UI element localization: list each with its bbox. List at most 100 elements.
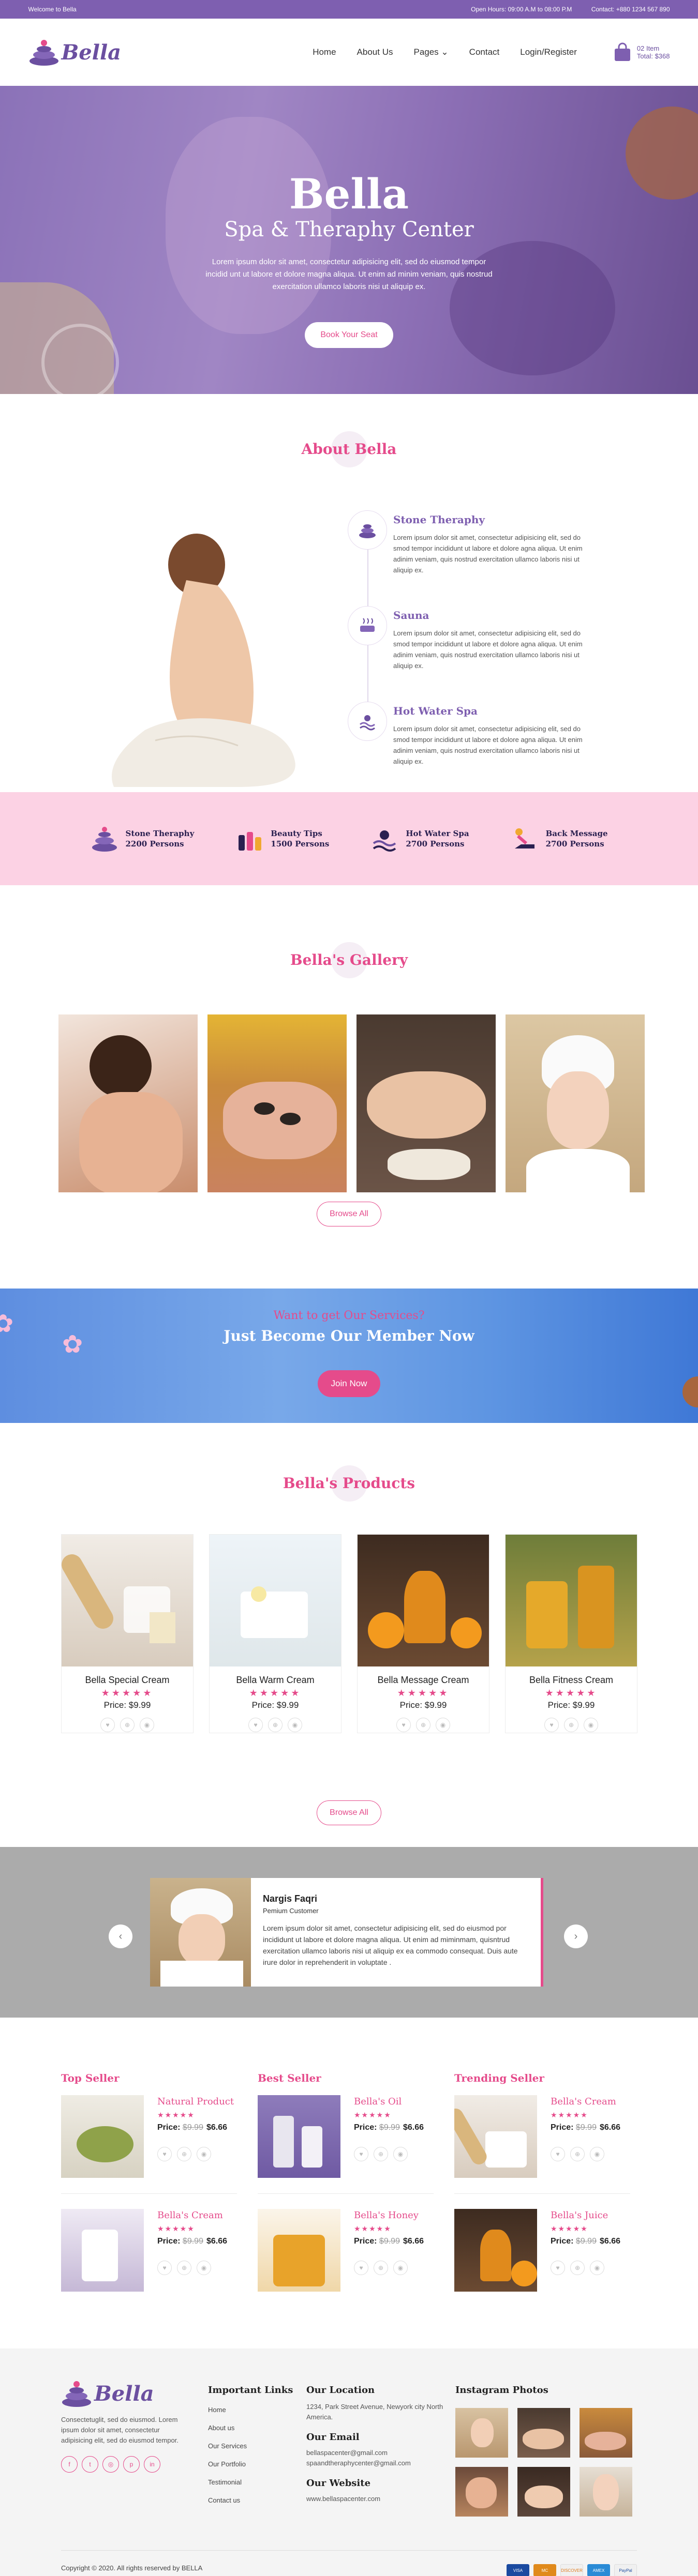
cart-icon[interactable]: ⊕ bbox=[564, 1718, 578, 1732]
seller-item-name: Bella's Juice bbox=[551, 2210, 608, 2221]
seller-item-rating: ★★★★★ bbox=[551, 2224, 588, 2233]
cart-icon[interactable]: ⊕ bbox=[374, 2261, 388, 2275]
cart-icon[interactable]: ⊕ bbox=[374, 2147, 388, 2161]
nav-login-register[interactable]: Login/Register bbox=[520, 47, 577, 57]
product-rating: ★★★★★ bbox=[101, 1688, 154, 1698]
cart-total: Total: $368 bbox=[636, 52, 670, 60]
seller-item[interactable]: Bella's Cream ★★★★★ Price: $9.99 $6.66 ♥ ⊕… bbox=[61, 2209, 237, 2292]
gallery-image[interactable] bbox=[58, 1014, 198, 1192]
eye-icon[interactable]: ◉ bbox=[140, 1718, 154, 1732]
heart-icon[interactable]: ♥ bbox=[396, 1718, 411, 1732]
eye-icon[interactable]: ◉ bbox=[590, 2261, 604, 2275]
gallery-image[interactable] bbox=[207, 1014, 347, 1192]
footer-link-testimonial[interactable]: Testimonial bbox=[208, 2478, 293, 2486]
product-card[interactable]: Bella Warm Cream ★★★★★ Price: $9.99 ♥ ⊕ ◉ bbox=[209, 1534, 341, 1733]
footer-link-services[interactable]: Our Services bbox=[208, 2442, 293, 2450]
stat-label: Hot Water Spa bbox=[406, 829, 469, 838]
cart-icon[interactable]: ⊕ bbox=[268, 1718, 283, 1732]
cart-widget[interactable]: 02 Item Total: $368 bbox=[613, 42, 670, 62]
pinterest-icon[interactable]: p bbox=[123, 2456, 140, 2473]
footer-about: Bella Consectetuglit, sed do eiusmod. Lo… bbox=[61, 2380, 180, 2473]
product-card[interactable]: Bella Special Cream ★★★★★ Price: $9.99 ♥… bbox=[61, 1534, 194, 1733]
instagram-photo[interactable] bbox=[517, 2467, 570, 2517]
footer-link-home[interactable]: Home bbox=[208, 2406, 293, 2414]
seller-item[interactable]: Natural Product ★★★★★ Price: $9.99 $6.66 … bbox=[61, 2095, 237, 2194]
eye-icon[interactable]: ◉ bbox=[197, 2147, 211, 2161]
nav-home[interactable]: Home bbox=[313, 47, 336, 57]
heart-icon[interactable]: ♥ bbox=[248, 1718, 263, 1732]
footer-logo[interactable]: Bella bbox=[61, 2380, 180, 2407]
gallery-image[interactable] bbox=[506, 1014, 645, 1192]
eye-icon[interactable]: ◉ bbox=[584, 1718, 598, 1732]
facebook-icon[interactable]: f bbox=[61, 2456, 78, 2473]
next-arrow-icon[interactable]: › bbox=[564, 1925, 588, 1948]
instagram-photo[interactable] bbox=[580, 2408, 632, 2458]
contact-phone[interactable]: Contact: +880 1234 567 890 bbox=[591, 6, 670, 13]
seller-item[interactable]: Bella's Honey ★★★★★ Price: $9.99 $6.66 ♥ ⊕… bbox=[258, 2209, 434, 2292]
site-logo[interactable]: Bella bbox=[28, 38, 121, 66]
beauty-bottles-icon bbox=[239, 832, 262, 851]
stat-label: Beauty Tips bbox=[271, 829, 322, 838]
heart-icon[interactable]: ♥ bbox=[544, 1718, 559, 1732]
cart-icon[interactable]: ⊕ bbox=[120, 1718, 135, 1732]
footer-link-contact[interactable]: Contact us bbox=[208, 2496, 293, 2504]
prev-arrow-icon[interactable]: ‹ bbox=[109, 1925, 132, 1948]
heart-icon[interactable]: ♥ bbox=[157, 2261, 172, 2275]
book-seat-button[interactable]: Book Your Seat bbox=[305, 322, 393, 348]
products-browse-all-button[interactable]: Browse All bbox=[317, 1800, 381, 1825]
footer-instagram: Instagram Photos bbox=[455, 2385, 632, 2517]
heart-icon[interactable]: ♥ bbox=[157, 2147, 172, 2161]
old-price: $9.99 bbox=[379, 2123, 400, 2132]
nav-about[interactable]: About Us bbox=[357, 47, 393, 57]
instagram-photo[interactable] bbox=[455, 2408, 508, 2458]
seller-item-rating: ★★★★★ bbox=[157, 2224, 195, 2233]
eye-icon[interactable]: ◉ bbox=[436, 1718, 450, 1732]
gallery-section: Bella's Gallery Browse All bbox=[0, 885, 698, 1289]
seller-item[interactable]: Bella's Cream ★★★★★ Price: $9.99 $6.66 ♥ ⊕… bbox=[454, 2095, 630, 2194]
join-now-button[interactable]: Join Now bbox=[317, 1370, 381, 1397]
gallery-image[interactable] bbox=[357, 1014, 496, 1192]
heart-icon[interactable]: ♥ bbox=[100, 1718, 115, 1732]
main-nav: Home About Us Pages ⌄ Contact Login/Regi… bbox=[313, 47, 577, 57]
stones-logo-icon bbox=[62, 2381, 91, 2407]
heart-icon[interactable]: ♥ bbox=[354, 2147, 368, 2161]
cart-icon[interactable]: ⊕ bbox=[570, 2147, 585, 2161]
instagram-photo[interactable] bbox=[455, 2467, 508, 2517]
instagram-icon[interactable]: ◎ bbox=[102, 2456, 119, 2473]
gallery-browse-all-button[interactable]: Browse All bbox=[317, 1202, 381, 1226]
payment-methods: VISA MC DISCOVER AMEX PayPal bbox=[507, 2564, 637, 2576]
seller-item[interactable]: Bella's Juice ★★★★★ Price: $9.99 $6.66 ♥ ⊕… bbox=[454, 2209, 630, 2292]
nav-pages[interactable]: Pages ⌄ bbox=[413, 47, 448, 57]
instagram-photo[interactable] bbox=[580, 2467, 632, 2517]
eye-icon[interactable]: ◉ bbox=[197, 2261, 211, 2275]
seller-item-rating: ★★★★★ bbox=[354, 2111, 392, 2119]
email-address[interactable]: bellaspacenter@gmail.com bbox=[306, 2448, 446, 2458]
twitter-icon[interactable]: t bbox=[82, 2456, 98, 2473]
flower-icon: ✿ bbox=[62, 1331, 83, 1358]
about-item-text: Lorem ipsum dolor sit amet, consectetur … bbox=[393, 725, 583, 765]
cart-icon[interactable]: ⊕ bbox=[570, 2261, 585, 2275]
eye-icon[interactable]: ◉ bbox=[590, 2147, 604, 2161]
sale-price: $6.66 bbox=[403, 2237, 424, 2246]
heart-icon[interactable]: ♥ bbox=[551, 2261, 565, 2275]
linkedin-icon[interactable]: in bbox=[144, 2456, 160, 2473]
heart-icon[interactable]: ♥ bbox=[551, 2147, 565, 2161]
instagram-photo[interactable] bbox=[517, 2408, 570, 2458]
cart-icon[interactable]: ⊕ bbox=[416, 1718, 430, 1732]
email-address[interactable]: spaandtheraphycenter@gmail.com bbox=[306, 2458, 446, 2468]
website-url[interactable]: www.bellaspacenter.com bbox=[306, 2494, 446, 2504]
visa-icon: VISA bbox=[507, 2564, 529, 2576]
cart-icon[interactable]: ⊕ bbox=[177, 2147, 191, 2161]
eye-icon[interactable]: ◉ bbox=[393, 2147, 408, 2161]
footer-link-portfolio[interactable]: Our Portfolio bbox=[208, 2460, 293, 2468]
product-card[interactable]: Bella Fitness Cream ★★★★★ Price: $9.99 ♥… bbox=[505, 1534, 637, 1733]
cart-icon[interactable]: ⊕ bbox=[177, 2261, 191, 2275]
eye-icon[interactable]: ◉ bbox=[393, 2261, 408, 2275]
product-card[interactable]: Bella Message Cream ★★★★★ Price: $9.99 ♥… bbox=[357, 1534, 489, 1733]
eye-icon[interactable]: ◉ bbox=[288, 1718, 302, 1732]
heart-icon[interactable]: ♥ bbox=[354, 2261, 368, 2275]
footer-link-about[interactable]: About us bbox=[208, 2424, 293, 2432]
nav-contact[interactable]: Contact bbox=[469, 47, 500, 57]
seller-item[interactable]: Bella's Oil ★★★★★ Price: $9.99 $6.66 ♥ ⊕ ◉ bbox=[258, 2095, 434, 2194]
divider bbox=[258, 2193, 434, 2194]
